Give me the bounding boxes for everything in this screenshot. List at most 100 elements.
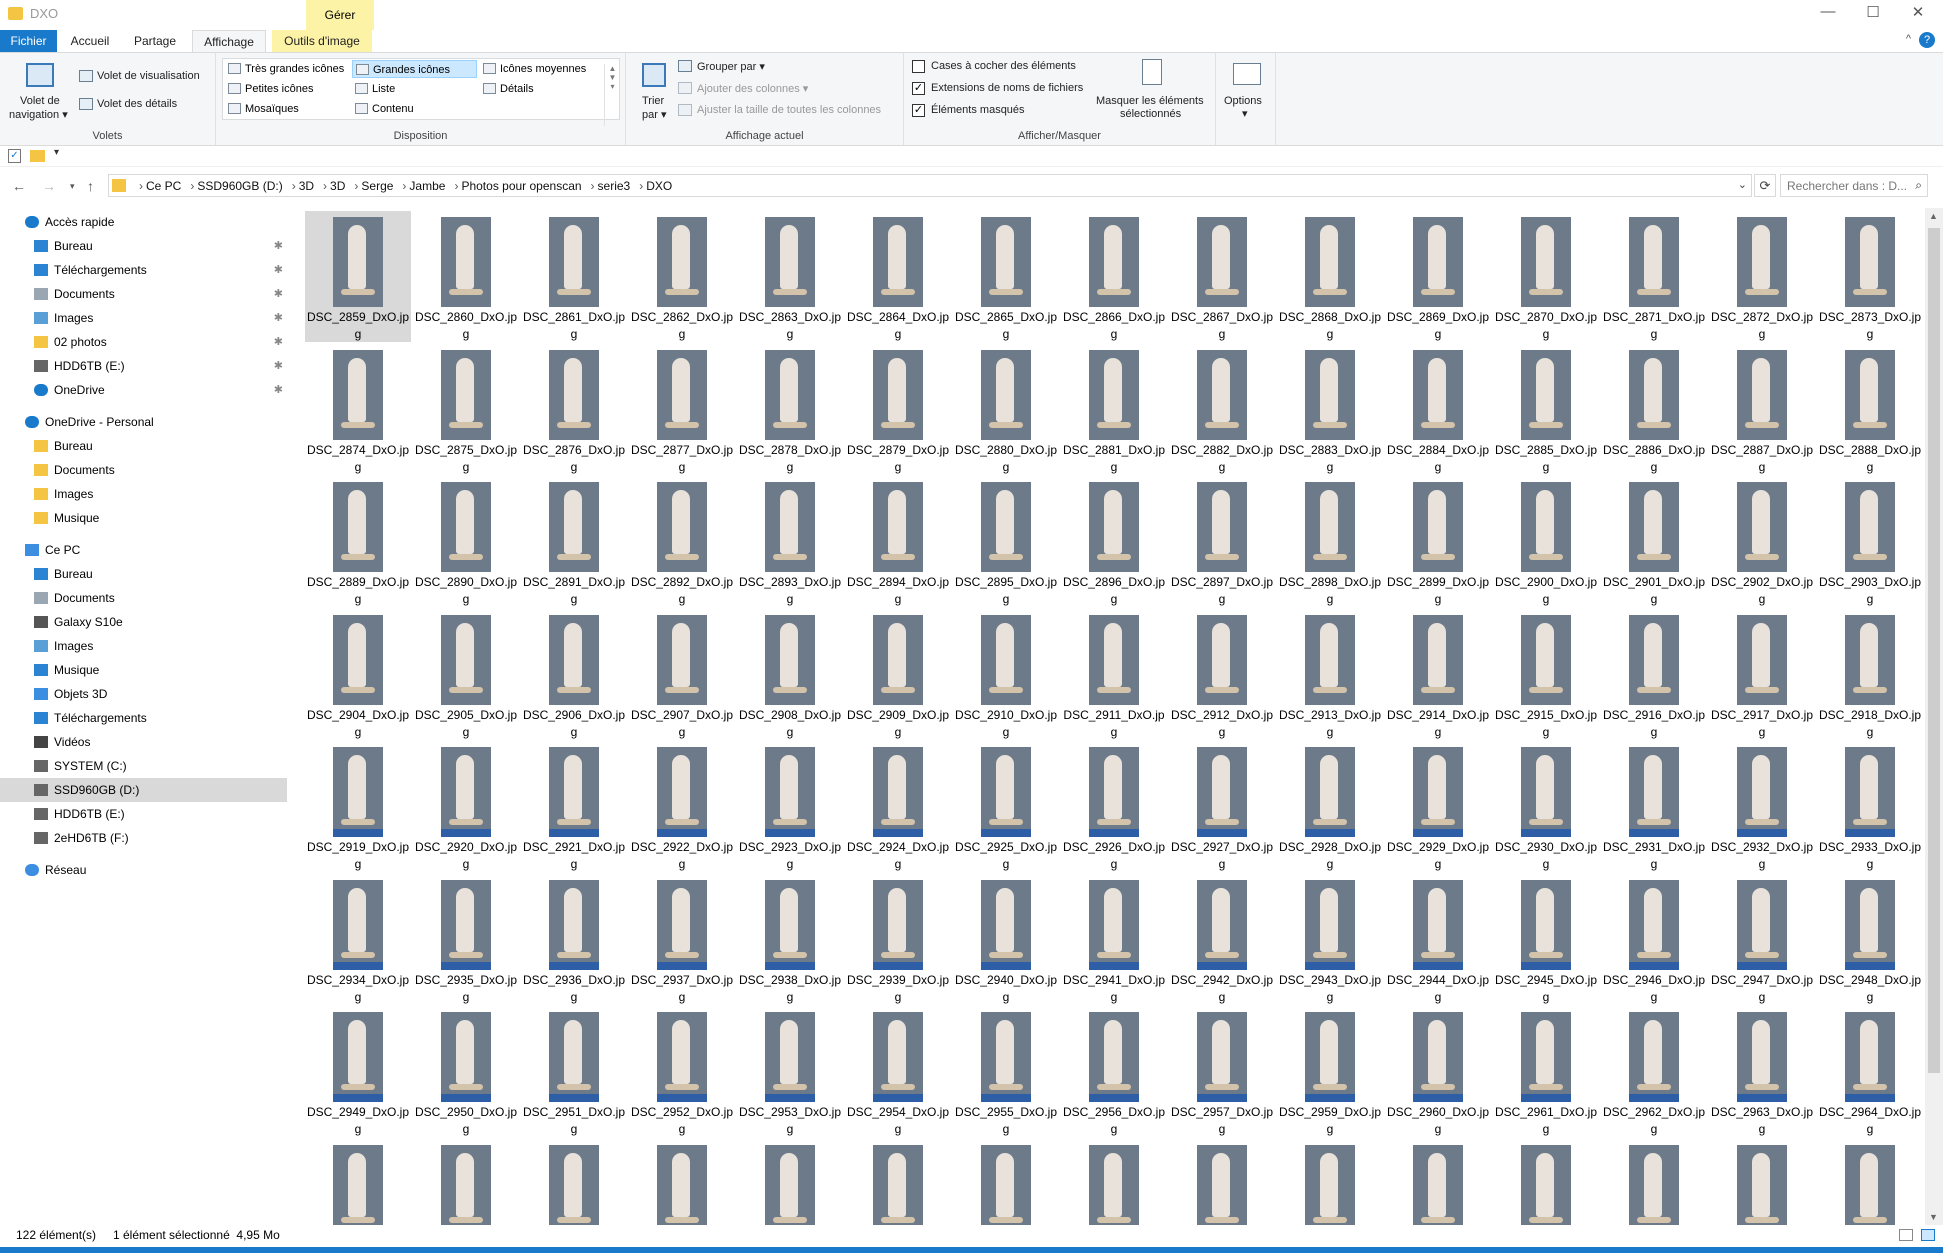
breadcrumb-item[interactable]: DXO (646, 179, 672, 193)
file-item[interactable]: DSC_2883_DxO.jpg (1277, 344, 1383, 475)
file-item[interactable]: DSC_2912_DxO.jpg (1169, 609, 1275, 740)
file-item[interactable]: DSC_2878_DxO.jpg (737, 344, 843, 475)
file-item[interactable]: DSC_2908_DxO.jpg (737, 609, 843, 740)
file-item[interactable]: DSC_2895_DxO.jpg (953, 476, 1059, 607)
file-item[interactable]: DSC_2916_DxO.jpg (1601, 609, 1707, 740)
file-item[interactable]: DSC_2948_DxO.jpg (1817, 874, 1923, 1005)
file-item[interactable] (1277, 1139, 1383, 1225)
breadcrumb-item[interactable]: 3D (330, 179, 345, 193)
pin-icon[interactable]: ✱ (274, 234, 283, 258)
help-icon[interactable]: ? (1919, 32, 1935, 48)
nav-item[interactable]: Accès rapide (0, 210, 287, 234)
breadcrumb-item[interactable]: serie3 (598, 179, 631, 193)
breadcrumb-item[interactable]: Ce PC (146, 179, 181, 193)
file-item[interactable]: DSC_2867_DxO.jpg (1169, 211, 1275, 342)
file-item[interactable]: DSC_2897_DxO.jpg (1169, 476, 1275, 607)
file-item[interactable]: DSC_2899_DxO.jpg (1385, 476, 1491, 607)
file-item[interactable]: DSC_2940_DxO.jpg (953, 874, 1059, 1005)
file-item[interactable]: DSC_2904_DxO.jpg (305, 609, 411, 740)
file-item[interactable]: DSC_2881_DxO.jpg (1061, 344, 1167, 475)
file-item[interactable]: DSC_2891_DxO.jpg (521, 476, 627, 607)
layout-tres-grandes-icones[interactable]: Très grandes icônes (225, 60, 349, 78)
file-item[interactable]: DSC_2885_DxO.jpg (1493, 344, 1599, 475)
group-by-button[interactable]: Grouper par ▾ (697, 60, 765, 73)
nav-item[interactable]: 02 photos ✱ (0, 330, 287, 354)
file-item[interactable]: DSC_2882_DxO.jpg (1169, 344, 1275, 475)
breadcrumb-item[interactable]: SSD960GB (D:) (197, 179, 282, 193)
details-pane-button[interactable]: Volet des détails (97, 98, 177, 110)
file-item[interactable]: DSC_2917_DxO.jpg (1709, 609, 1815, 740)
file-item[interactable]: DSC_2914_DxO.jpg (1385, 609, 1491, 740)
file-item[interactable]: DSC_2903_DxO.jpg (1817, 476, 1923, 607)
vertical-scrollbar[interactable]: ▲ ▼ (1925, 208, 1943, 1225)
file-item[interactable]: DSC_2954_DxO.jpg (845, 1006, 951, 1137)
scroll-up-icon[interactable]: ▲ (1929, 211, 1938, 221)
minimize-button[interactable]: — (1813, 3, 1843, 25)
file-item[interactable] (521, 1139, 627, 1225)
file-item[interactable]: DSC_2910_DxO.jpg (953, 609, 1059, 740)
details-view-icon[interactable] (1899, 1229, 1913, 1241)
file-item[interactable]: DSC_2859_DxO.jpg (305, 211, 411, 342)
file-item[interactable]: DSC_2947_DxO.jpg (1709, 874, 1815, 1005)
layout-mosaiques[interactable]: Mosaïques (225, 100, 349, 118)
pin-icon[interactable]: ✱ (274, 378, 283, 402)
nav-item[interactable]: Documents (0, 458, 287, 482)
file-item[interactable]: DSC_2906_DxO.jpg (521, 609, 627, 740)
tab-affichage[interactable]: Affichage (192, 30, 266, 53)
file-item[interactable]: DSC_2892_DxO.jpg (629, 476, 735, 607)
nav-item[interactable]: Documents (0, 586, 287, 610)
nav-item[interactable]: Vidéos (0, 730, 287, 754)
file-item[interactable]: DSC_2864_DxO.jpg (845, 211, 951, 342)
maximize-button[interactable]: ☐ (1858, 3, 1888, 25)
nav-item[interactable]: Galaxy S10e (0, 610, 287, 634)
file-item[interactable]: DSC_2860_DxO.jpg (413, 211, 519, 342)
file-item[interactable]: DSC_2931_DxO.jpg (1601, 741, 1707, 872)
file-item[interactable]: DSC_2939_DxO.jpg (845, 874, 951, 1005)
file-item[interactable]: DSC_2913_DxO.jpg (1277, 609, 1383, 740)
close-button[interactable]: ✕ (1903, 3, 1933, 25)
file-item[interactable]: DSC_2934_DxO.jpg (305, 874, 411, 1005)
pin-icon[interactable]: ✱ (274, 258, 283, 282)
nav-item[interactable]: Téléchargements (0, 706, 287, 730)
file-item[interactable]: DSC_2886_DxO.jpg (1601, 344, 1707, 475)
file-item[interactable]: DSC_2871_DxO.jpg (1601, 211, 1707, 342)
customize-qat-icon[interactable]: ▾ (54, 147, 59, 158)
size-columns-button[interactable]: Ajuster la taille de toutes les colonnes (697, 104, 881, 116)
file-item[interactable] (629, 1139, 735, 1225)
file-item[interactable]: DSC_2918_DxO.jpg (1817, 609, 1923, 740)
chevron-down-icon[interactable]: ⌄ (1738, 178, 1747, 191)
file-item[interactable]: DSC_2929_DxO.jpg (1385, 741, 1491, 872)
breadcrumb-item[interactable]: Photos pour openscan (461, 179, 581, 193)
file-item[interactable]: DSC_2877_DxO.jpg (629, 344, 735, 475)
navigation-pane-button-line2[interactable]: navigation ▾ (9, 108, 68, 121)
file-item[interactable]: DSC_2865_DxO.jpg (953, 211, 1059, 342)
nav-item[interactable]: Réseau (0, 858, 287, 882)
file-item[interactable] (737, 1139, 843, 1225)
file-item[interactable] (305, 1139, 411, 1225)
file-item[interactable]: DSC_2902_DxO.jpg (1709, 476, 1815, 607)
file-item[interactable]: DSC_2896_DxO.jpg (1061, 476, 1167, 607)
nav-item[interactable]: OneDrive ✱ (0, 378, 287, 402)
file-item[interactable]: DSC_2928_DxO.jpg (1277, 741, 1383, 872)
file-item[interactable]: DSC_2961_DxO.jpg (1493, 1006, 1599, 1137)
file-item[interactable]: DSC_2866_DxO.jpg (1061, 211, 1167, 342)
file-item[interactable]: DSC_2868_DxO.jpg (1277, 211, 1383, 342)
properties-icon[interactable]: ✓ (8, 149, 21, 163)
file-item[interactable]: DSC_2935_DxO.jpg (413, 874, 519, 1005)
layout-icones-moyennes[interactable]: Icônes moyennes (480, 60, 604, 78)
nav-item[interactable]: SSD960GB (D:) (0, 778, 287, 802)
preview-pane-button[interactable]: Volet de visualisation (97, 70, 200, 82)
nav-item[interactable]: Images (0, 634, 287, 658)
file-item[interactable]: DSC_2894_DxO.jpg (845, 476, 951, 607)
large-icons-view-icon[interactable] (1921, 1229, 1935, 1241)
file-item[interactable] (1061, 1139, 1167, 1225)
pin-icon[interactable]: ✱ (274, 282, 283, 306)
file-item[interactable]: DSC_2893_DxO.jpg (737, 476, 843, 607)
nav-item[interactable]: Images ✱ (0, 306, 287, 330)
file-item[interactable]: DSC_2888_DxO.jpg (1817, 344, 1923, 475)
file-item[interactable]: DSC_2862_DxO.jpg (629, 211, 735, 342)
file-item[interactable]: DSC_2952_DxO.jpg (629, 1006, 735, 1137)
file-item[interactable]: DSC_2925_DxO.jpg (953, 741, 1059, 872)
nav-item[interactable]: Ce PC (0, 538, 287, 562)
file-item[interactable]: DSC_2937_DxO.jpg (629, 874, 735, 1005)
